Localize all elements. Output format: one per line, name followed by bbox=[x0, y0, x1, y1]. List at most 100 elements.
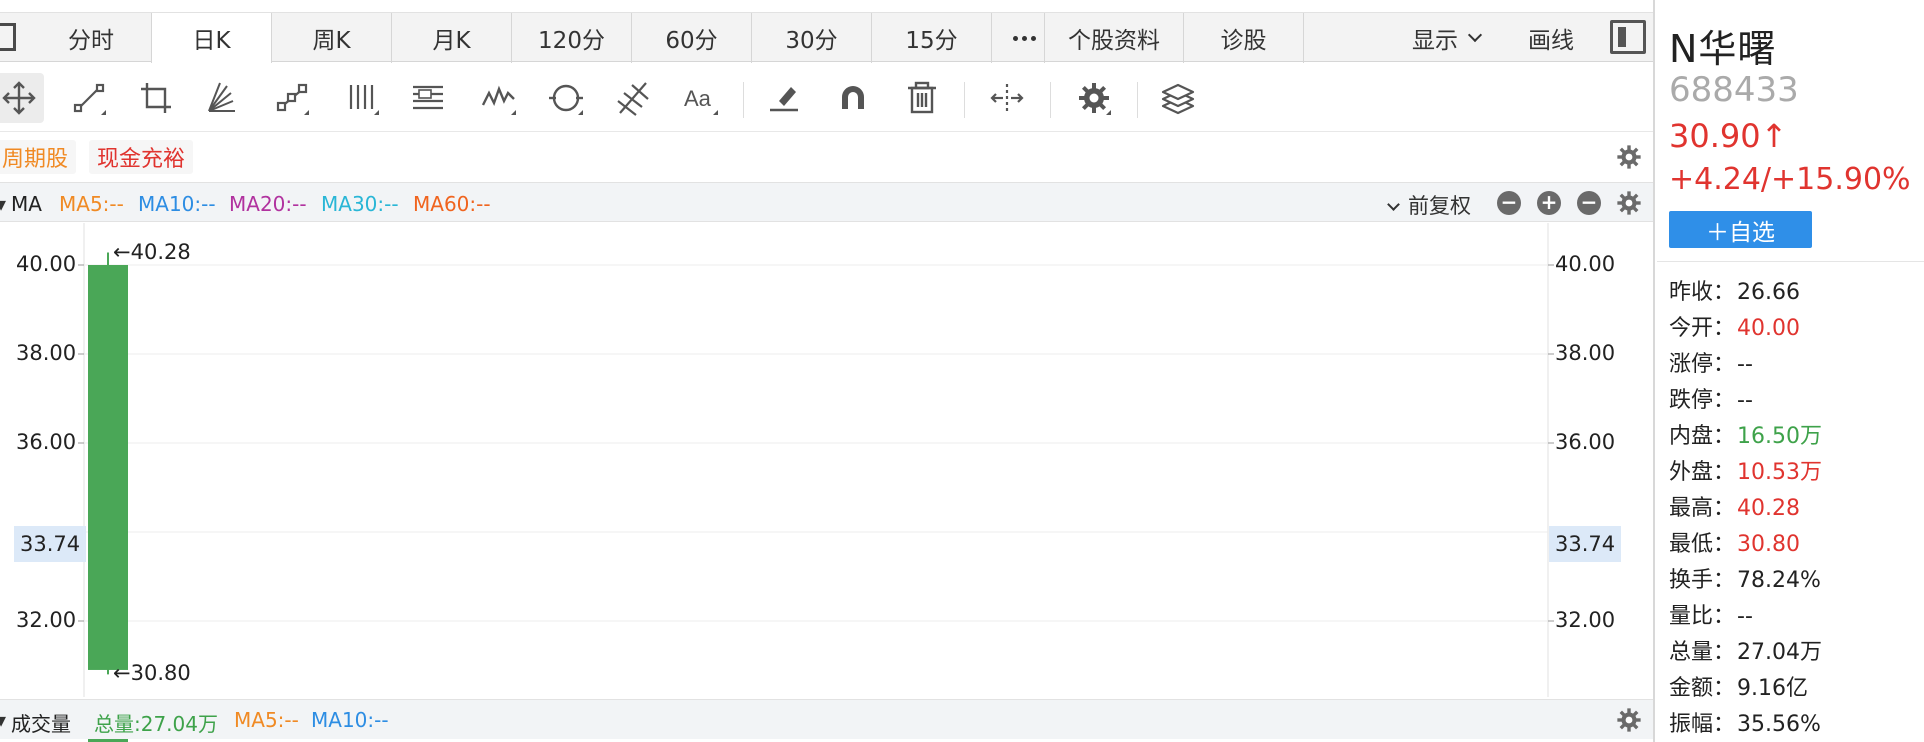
stat-value: 16.50万 bbox=[1737, 424, 1822, 449]
forward-adjust-dropdown[interactable]: 前复权 bbox=[1387, 190, 1471, 220]
stat-row: 量比：-- bbox=[1669, 598, 1753, 630]
magnet-icon[interactable] bbox=[828, 73, 878, 123]
split-icon[interactable] bbox=[982, 73, 1032, 123]
stat-label: 最低： bbox=[1669, 532, 1736, 557]
add-to-watchlist-button[interactable]: ＋自选 bbox=[1669, 211, 1812, 248]
volume-ma10: MA10:-- bbox=[311, 708, 389, 732]
layers-icon[interactable] bbox=[1153, 73, 1203, 123]
price-axis-label: 32.00 bbox=[16, 608, 77, 632]
more-periods-icon[interactable] bbox=[1004, 13, 1044, 63]
stat-row: 涨停：-- bbox=[1669, 346, 1753, 378]
parallel-lines-icon[interactable] bbox=[337, 73, 387, 123]
price-change: +4.24/+15.90% bbox=[1669, 162, 1911, 197]
toolbar-divider bbox=[1137, 82, 1138, 118]
fork-icon[interactable] bbox=[608, 73, 658, 123]
fan-icon[interactable] bbox=[197, 73, 247, 123]
volume-total: 总量:27.04万 bbox=[94, 712, 218, 736]
volume-collapse-chevron-icon[interactable]: ▾ bbox=[0, 708, 6, 732]
ma5-label: MA5:-- bbox=[59, 192, 124, 216]
stat-label: 内盘： bbox=[1669, 424, 1736, 449]
ma-collapse-chevron-icon[interactable]: ▾ bbox=[0, 192, 6, 216]
segment-icon[interactable] bbox=[267, 73, 317, 123]
tab-stock-profile[interactable]: 个股资料 bbox=[1044, 13, 1184, 63]
tab-monthly-k[interactable]: 月K bbox=[392, 13, 512, 63]
current-price-tag-left: 33.74 bbox=[14, 525, 87, 562]
price-axis-label: 36.00 bbox=[1555, 430, 1616, 454]
line-icon[interactable] bbox=[64, 73, 114, 123]
stat-label: 昨收： bbox=[1669, 280, 1736, 305]
ma20-label: MA20:-- bbox=[229, 192, 307, 216]
gear-icon[interactable] bbox=[1616, 707, 1642, 733]
stat-row: 最高：40.28 bbox=[1669, 490, 1800, 522]
stat-value: 40.28 bbox=[1737, 496, 1800, 521]
gear-icon[interactable] bbox=[1616, 190, 1642, 216]
quote-panel: N华曙 688433 30.90↑ +4.24/+15.90% ＋自选 昨收：2… bbox=[1657, 0, 1924, 742]
kline-chart[interactable]: 40.00 40.00 38.00 38.00 36.00 36.00 32.00 32.00… bbox=[0, 223, 1653, 697]
high-price-marker: ←40.28 bbox=[113, 239, 191, 264]
tab-15min[interactable]: 15分 bbox=[872, 13, 992, 63]
stat-value: -- bbox=[1737, 388, 1753, 413]
crop-icon[interactable] bbox=[131, 73, 181, 123]
price-axis-label: 36.00 bbox=[16, 430, 77, 454]
tab-60min[interactable]: 60分 bbox=[632, 13, 752, 63]
eraser-icon[interactable] bbox=[759, 73, 809, 123]
price-axis-label: 40.00 bbox=[16, 252, 77, 276]
tab-fenshi[interactable]: 分时 bbox=[31, 13, 152, 63]
stat-label: 跌停： bbox=[1669, 388, 1736, 413]
stat-value: 30.80 bbox=[1737, 532, 1800, 557]
tag-cyclical-stock[interactable]: 周期股 bbox=[0, 140, 77, 174]
chevron-down-icon bbox=[1467, 27, 1483, 43]
grid-lines bbox=[78, 264, 1554, 622]
stat-label: 量比： bbox=[1669, 604, 1736, 629]
wave-icon[interactable] bbox=[474, 73, 524, 123]
last-price: 30.90↑ bbox=[1669, 117, 1788, 155]
candle-body bbox=[88, 265, 128, 670]
toolbar-divider bbox=[1050, 82, 1051, 118]
ma-legend-bar: ▾ MA MA5:-- MA10:-- MA20:-- MA30:-- MA60… bbox=[0, 182, 1653, 222]
period-tab-bar: 分时 日K 周K 月K 120分 60分 30分 15分 个股资料 诊股 显示 … bbox=[0, 12, 1653, 63]
stat-label: 换手： bbox=[1669, 568, 1736, 593]
chart-square-icon[interactable] bbox=[0, 23, 16, 51]
ma10-label: MA10:-- bbox=[138, 192, 216, 216]
zoom-out-icon[interactable]: − bbox=[1577, 191, 1601, 215]
draw-line-button[interactable]: 画线 bbox=[1528, 13, 1574, 63]
tab-30min[interactable]: 30分 bbox=[752, 13, 872, 63]
display-menu[interactable]: 显示 bbox=[1412, 13, 1483, 63]
stat-row: 振幅：35.56% bbox=[1669, 706, 1821, 738]
chevron-down-icon bbox=[1387, 198, 1400, 211]
stat-row: 金额：9.16亿 bbox=[1669, 670, 1808, 702]
move-icon[interactable] bbox=[0, 73, 44, 123]
stock-tags-row: 周期股 现金充裕 bbox=[0, 134, 1653, 180]
settings-icon[interactable] bbox=[1069, 73, 1119, 123]
stat-label: 金额： bbox=[1669, 676, 1736, 701]
tab-diagnosis[interactable]: 诊股 bbox=[1184, 13, 1304, 63]
current-price-tag-right: 33.74 bbox=[1549, 525, 1622, 562]
ma60-label: MA60:-- bbox=[413, 192, 491, 216]
tab-weekly-k[interactable]: 周K bbox=[272, 13, 392, 63]
stat-label: 今开： bbox=[1669, 316, 1736, 341]
collapse-minus-icon[interactable]: − bbox=[1497, 191, 1521, 215]
stat-value: -- bbox=[1737, 352, 1753, 377]
panel-divider bbox=[1657, 261, 1924, 262]
trash-icon[interactable] bbox=[897, 73, 947, 123]
gear-icon[interactable] bbox=[1616, 144, 1642, 170]
cycle-icon[interactable] bbox=[541, 73, 591, 123]
stat-row: 换手：78.24% bbox=[1669, 562, 1821, 594]
stat-label: 振幅： bbox=[1669, 712, 1736, 737]
stat-label: 外盘： bbox=[1669, 460, 1736, 485]
tab-daily-k[interactable]: 日K bbox=[152, 13, 272, 63]
stock-name: N华曙 bbox=[1669, 27, 1777, 71]
stat-value: 27.04万 bbox=[1737, 640, 1822, 665]
stat-value: 78.24% bbox=[1737, 568, 1821, 593]
text-box-icon[interactable] bbox=[403, 73, 453, 123]
font-icon[interactable]: Aa bbox=[676, 73, 726, 123]
zoom-in-icon[interactable]: + bbox=[1537, 191, 1561, 215]
ma-title: MA bbox=[11, 192, 42, 216]
panel-toggle-icon[interactable] bbox=[1610, 20, 1646, 54]
tag-cash-rich[interactable]: 现金充裕 bbox=[89, 140, 194, 174]
stat-value: 35.56% bbox=[1737, 712, 1821, 737]
stat-row: 昨收：26.66 bbox=[1669, 274, 1800, 306]
price-axis-label: 38.00 bbox=[16, 341, 77, 365]
tab-120min[interactable]: 120分 bbox=[512, 13, 632, 63]
volume-ma5: MA5:-- bbox=[234, 708, 299, 732]
